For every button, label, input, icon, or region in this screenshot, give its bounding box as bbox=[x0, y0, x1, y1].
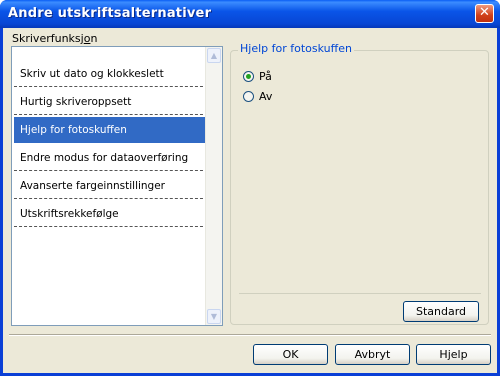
title-bar[interactable]: Andre utskriftsalternativer ✕ bbox=[0, 0, 500, 28]
radio-off[interactable]: Av bbox=[243, 88, 272, 104]
scroll-down-icon[interactable]: ▼ bbox=[207, 309, 221, 324]
list-item-print-order[interactable]: Utskriftsrekkefølge bbox=[14, 201, 208, 227]
photo-tray-legend: Hjelp for fotoskuffen bbox=[238, 42, 354, 55]
standard-button[interactable]: Standard bbox=[403, 301, 479, 322]
list-item-quick-setup[interactable]: Hurtig skriveroppsett bbox=[14, 89, 208, 115]
printer-function-list[interactable]: Skriv ut dato og klokkeslett Hurtig skri… bbox=[11, 46, 223, 326]
dialog-client-area: Skriverfunksjon Skriv ut dato og klokkes… bbox=[3, 28, 497, 373]
printer-function-label: Skriverfunksjon bbox=[12, 32, 98, 45]
list-item-data-transfer-mode[interactable]: Endre modus for dataoverføring bbox=[14, 145, 208, 171]
list-item-advanced-color[interactable]: Avanserte fargeinnstillinger bbox=[14, 173, 208, 199]
list-item-photo-tray-help[interactable]: Hjelp for fotoskuffen bbox=[14, 117, 208, 143]
radio-on[interactable]: På bbox=[243, 68, 272, 84]
list-item-print-date-time[interactable]: Skriv ut dato og klokkeslett bbox=[14, 61, 208, 87]
radio-on-label: På bbox=[259, 69, 272, 83]
panel-divider bbox=[239, 293, 481, 294]
help-button[interactable]: Hjelp bbox=[416, 344, 491, 365]
close-icon[interactable]: ✕ bbox=[475, 4, 494, 23]
cancel-button[interactable]: Avbryt bbox=[335, 344, 410, 365]
window-title: Andre utskriftsalternativer bbox=[8, 6, 212, 21]
radio-on-icon[interactable] bbox=[243, 70, 254, 82]
footer-separator bbox=[9, 334, 491, 336]
ok-button[interactable]: OK bbox=[253, 344, 328, 365]
radio-off-label: Av bbox=[259, 89, 273, 103]
list-scrollbar[interactable]: ▲ ▼ bbox=[205, 47, 222, 325]
dialog-window: Andre utskriftsalternativer ✕ Skriverfun… bbox=[0, 0, 500, 376]
radio-off-icon[interactable] bbox=[243, 90, 254, 102]
scroll-up-icon[interactable]: ▲ bbox=[207, 48, 221, 63]
